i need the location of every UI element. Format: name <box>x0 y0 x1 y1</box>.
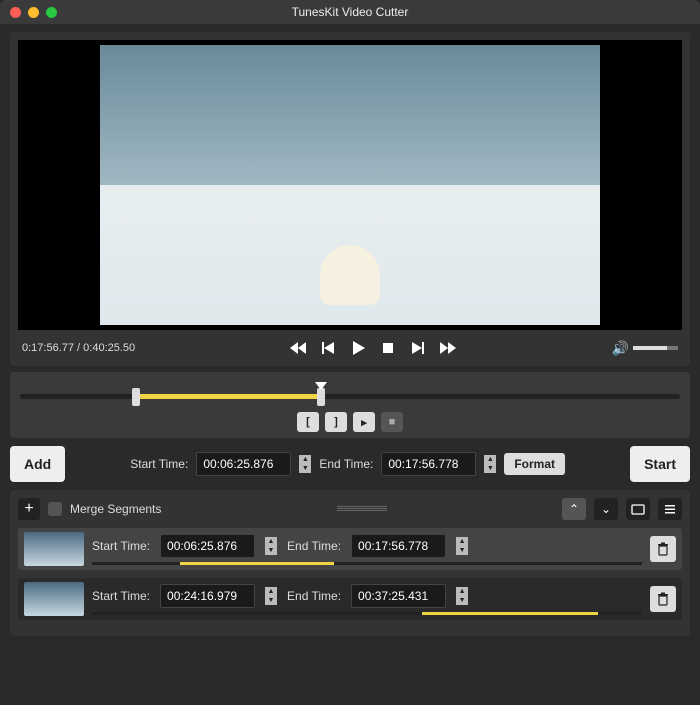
cut-controls: Add Start Time: ▲▼ End Time: ▲▼ Format S… <box>10 446 690 482</box>
playhead-icon[interactable] <box>315 382 327 390</box>
total-time: 0:40:25.50 <box>83 342 135 354</box>
segment-times: Start Time: ▲▼ End Time: ▲▼ <box>92 584 642 615</box>
segment-bar[interactable] <box>92 612 642 615</box>
seg-end-input[interactable] <box>351 534 446 558</box>
seg-end-input[interactable] <box>351 584 446 608</box>
window-title: TunesKit Video Cutter <box>0 5 700 19</box>
rewind-button[interactable] <box>288 338 308 358</box>
fast-forward-button[interactable] <box>438 338 458 358</box>
preview-panel: 0:17:56.77 / 0:40:25.50 🔊 <box>10 32 690 366</box>
delete-segment-button[interactable] <box>650 586 676 612</box>
out-handle[interactable] <box>317 388 325 406</box>
end-time-label: End Time: <box>319 457 373 471</box>
step-forward-button[interactable] <box>408 338 428 358</box>
stop-segment-button[interactable]: ■ <box>381 412 403 432</box>
segment-times: Start Time: ▲▼ End Time: ▲▼ <box>92 534 642 565</box>
current-time: 0:17:56.77 <box>22 342 74 354</box>
segment-bar[interactable] <box>92 562 642 565</box>
add-segment-button[interactable]: + <box>18 498 40 520</box>
video-preview[interactable] <box>18 40 682 330</box>
output-folder-button[interactable] <box>626 498 650 520</box>
add-button[interactable]: Add <box>10 446 65 482</box>
seg-end-label: End Time: <box>287 539 341 553</box>
stop-button[interactable] <box>378 338 398 358</box>
start-time-label: Start Time: <box>130 457 188 471</box>
segment-row[interactable]: Start Time: ▲▼ End Time: ▲▼ <box>18 578 682 620</box>
timeline-panel: [ ] ▸ ■ <box>10 372 690 438</box>
seg-end-stepper[interactable]: ▲▼ <box>456 587 468 605</box>
play-button[interactable] <box>348 338 368 358</box>
mark-out-button[interactable]: ] <box>325 412 347 432</box>
collapse-button[interactable]: ⌃ <box>562 498 586 520</box>
titlebar: TunesKit Video Cutter <box>0 0 700 24</box>
merge-checkbox[interactable] <box>48 502 62 516</box>
seg-end-label: End Time: <box>287 589 341 603</box>
time-display: 0:17:56.77 / 0:40:25.50 <box>22 342 135 354</box>
in-handle[interactable] <box>132 388 140 406</box>
step-back-button[interactable] <box>318 338 338 358</box>
grip-icon <box>337 506 387 512</box>
segment-row[interactable]: Start Time: ▲▼ End Time: ▲▼ <box>18 528 682 570</box>
volume-control: 🔊 <box>612 340 678 357</box>
delete-segment-button[interactable] <box>650 536 676 562</box>
format-button[interactable]: Format <box>504 453 565 475</box>
player-controls: 0:17:56.77 / 0:40:25.50 🔊 <box>18 330 682 362</box>
seg-start-stepper[interactable]: ▲▼ <box>265 587 277 605</box>
seg-end-stepper[interactable]: ▲▼ <box>456 537 468 555</box>
segment-thumbnail <box>24 532 84 566</box>
volume-slider[interactable] <box>633 346 678 350</box>
seg-start-label: Start Time: <box>92 539 150 553</box>
segment-thumbnail <box>24 582 84 616</box>
end-stepper[interactable]: ▲▼ <box>484 455 496 473</box>
segments-panel: + Merge Segments ⌃ ⌄ Start Time: ▲▼ End Ti… <box>10 490 690 636</box>
marker-controls: [ ] ▸ ■ <box>20 412 680 432</box>
seg-start-input[interactable] <box>160 584 255 608</box>
video-frame <box>100 45 600 325</box>
start-stepper[interactable]: ▲▼ <box>299 455 311 473</box>
segments-header: + Merge Segments ⌃ ⌄ <box>18 498 682 520</box>
seg-start-label: Start Time: <box>92 589 150 603</box>
start-time-input[interactable] <box>196 452 291 476</box>
seg-start-input[interactable] <box>160 534 255 558</box>
menu-button[interactable] <box>658 498 682 520</box>
mark-in-button[interactable]: [ <box>297 412 319 432</box>
timeline[interactable] <box>20 382 680 410</box>
play-segment-button[interactable]: ▸ <box>353 412 375 432</box>
start-button[interactable]: Start <box>630 446 690 482</box>
seg-start-stepper[interactable]: ▲▼ <box>265 537 277 555</box>
merge-label: Merge Segments <box>70 502 161 516</box>
expand-button[interactable]: ⌄ <box>594 498 618 520</box>
end-time-input[interactable] <box>381 452 476 476</box>
transport-controls <box>288 338 458 358</box>
volume-icon[interactable]: 🔊 <box>612 340 629 357</box>
